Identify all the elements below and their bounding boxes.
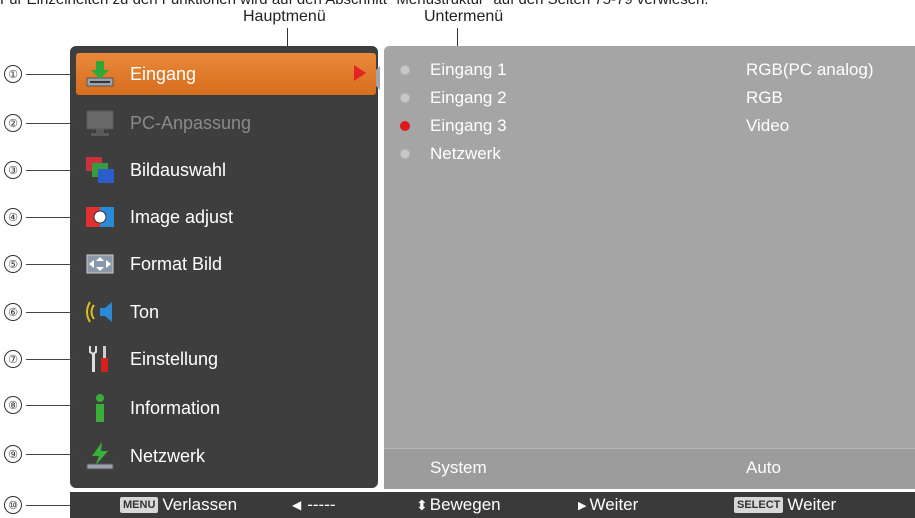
sub-item-system[interactable]: System Auto bbox=[400, 455, 900, 481]
menu-label-ton: Ton bbox=[130, 301, 160, 322]
sub-item-label: Netzwerk bbox=[430, 144, 501, 163]
sub-item-eingang-1[interactable]: Eingang 1 RGB(PC analog) bbox=[400, 57, 900, 83]
help-bar: MENU Verlassen ◀ ----- ⬍ Bewegen ▶ Weite… bbox=[70, 492, 915, 518]
menu-item-netzwerk[interactable]: Netzwerk bbox=[76, 435, 376, 477]
menu-label-einstellung: Einstellung bbox=[130, 348, 219, 369]
leader-line-5 bbox=[26, 264, 76, 265]
left-arrow-icon: ◀ bbox=[292, 498, 302, 512]
leader-line-4 bbox=[26, 217, 76, 218]
callout-number-5: ⑤ bbox=[4, 255, 22, 273]
back-hint: ◀ ----- bbox=[292, 492, 336, 518]
menu-item-pc-anpassung[interactable]: PC-Anpassung bbox=[76, 102, 376, 144]
system-value: Auto bbox=[746, 458, 781, 477]
exit-hint: MENU Verlassen bbox=[120, 492, 237, 518]
leader-line-2 bbox=[26, 123, 76, 124]
right-arrow-icon: ▶ bbox=[578, 499, 587, 512]
sub-item-eingang-3[interactable]: Eingang 3 Video bbox=[400, 113, 900, 139]
pc-adjust-icon bbox=[84, 107, 116, 139]
menu-item-bildauswahl[interactable]: Bildauswahl bbox=[76, 149, 376, 191]
radio-dot-active-icon bbox=[400, 121, 410, 131]
move-hint: ⬍ Bewegen bbox=[416, 492, 501, 518]
sub-item-label: Eingang 2 bbox=[430, 88, 507, 107]
image-select-icon bbox=[84, 154, 116, 186]
sub-item-label: Eingang 1 bbox=[430, 60, 507, 79]
move-label: Bewegen bbox=[429, 495, 501, 514]
main-menu-callout: Hauptmenü bbox=[243, 8, 326, 25]
settings-icon bbox=[84, 343, 116, 375]
leader-line-1 bbox=[26, 74, 76, 75]
sub-item-value: Video bbox=[746, 116, 790, 135]
menu-item-format-bild[interactable]: Format Bild bbox=[76, 243, 376, 285]
leader-line-3 bbox=[26, 170, 76, 171]
menu-label-information: Information bbox=[130, 397, 221, 418]
input-icon bbox=[84, 58, 116, 90]
callout-number-9: ⑨ bbox=[4, 445, 22, 463]
leader-line-10 bbox=[26, 505, 76, 506]
screen-format-icon bbox=[84, 248, 116, 280]
menu-item-image-adjust[interactable]: Image adjust bbox=[76, 196, 376, 238]
callout-number-4: ④ bbox=[4, 208, 22, 226]
select-label: Weiter bbox=[787, 495, 837, 514]
instruction-text: Für Einzelheiten zu den Funktionen wird … bbox=[0, 0, 915, 8]
menu-label-pc-anpassung: PC-Anpassung bbox=[130, 112, 252, 133]
next-hint: ▶ Weiter bbox=[578, 492, 638, 518]
sub-menu-callout: Untermenü bbox=[424, 8, 504, 25]
radio-dot-icon bbox=[400, 149, 410, 159]
leader-line-6 bbox=[26, 312, 76, 313]
callout-number-10: ⑩ bbox=[4, 496, 22, 514]
menu-item-ton[interactable]: Ton bbox=[76, 291, 376, 333]
menu-label-bildauswahl: Bildauswahl bbox=[130, 159, 227, 180]
sub-item-eingang-2[interactable]: Eingang 2 RGB bbox=[400, 85, 900, 111]
network-icon bbox=[84, 440, 116, 472]
radio-dot-icon bbox=[400, 93, 410, 103]
sub-item-label: Eingang 3 bbox=[430, 116, 507, 135]
menu-label-format-bild: Format Bild bbox=[130, 253, 223, 274]
exit-label: Verlassen bbox=[162, 495, 238, 514]
menu-item-einstellung[interactable]: Einstellung bbox=[76, 338, 376, 380]
select-hint: SELECT Weiter bbox=[734, 492, 836, 518]
next-label: Weiter bbox=[589, 495, 639, 514]
radio-dot-icon bbox=[400, 65, 410, 75]
sub-item-value: RGB(PC analog) bbox=[746, 60, 874, 79]
callout-number-3: ③ bbox=[4, 161, 22, 179]
system-label: System bbox=[430, 458, 487, 477]
callout-number-2: ② bbox=[4, 114, 22, 132]
menu-item-eingang[interactable]: Eingang bbox=[76, 53, 376, 95]
selection-arrow-icon bbox=[354, 65, 366, 81]
menu-label-eingang: Eingang bbox=[130, 63, 197, 84]
sound-icon bbox=[84, 296, 116, 328]
leader-line-9 bbox=[26, 454, 76, 455]
menu-item-information[interactable]: Information bbox=[76, 387, 376, 429]
menu-key-icon: MENU bbox=[120, 497, 159, 513]
leader-line-7 bbox=[26, 359, 76, 360]
callout-number-6: ⑥ bbox=[4, 303, 22, 321]
back-label: ----- bbox=[307, 495, 336, 514]
callout-number-8: ⑧ bbox=[4, 396, 22, 414]
menu-label-netzwerk: Netzwerk bbox=[130, 445, 206, 466]
callout-number-1: ① bbox=[4, 65, 22, 83]
up-down-arrow-icon: ⬍ bbox=[416, 496, 428, 513]
sub-item-netzwerk[interactable]: Netzwerk bbox=[400, 141, 900, 167]
select-key-icon: SELECT bbox=[734, 497, 784, 513]
leader-line-8 bbox=[26, 405, 76, 406]
menu-label-image-adjust: Image adjust bbox=[130, 206, 234, 227]
callout-number-7: ⑦ bbox=[4, 350, 22, 368]
information-icon bbox=[84, 392, 116, 424]
sub-item-value: RGB bbox=[746, 88, 783, 107]
image-adjust-icon bbox=[84, 201, 116, 233]
